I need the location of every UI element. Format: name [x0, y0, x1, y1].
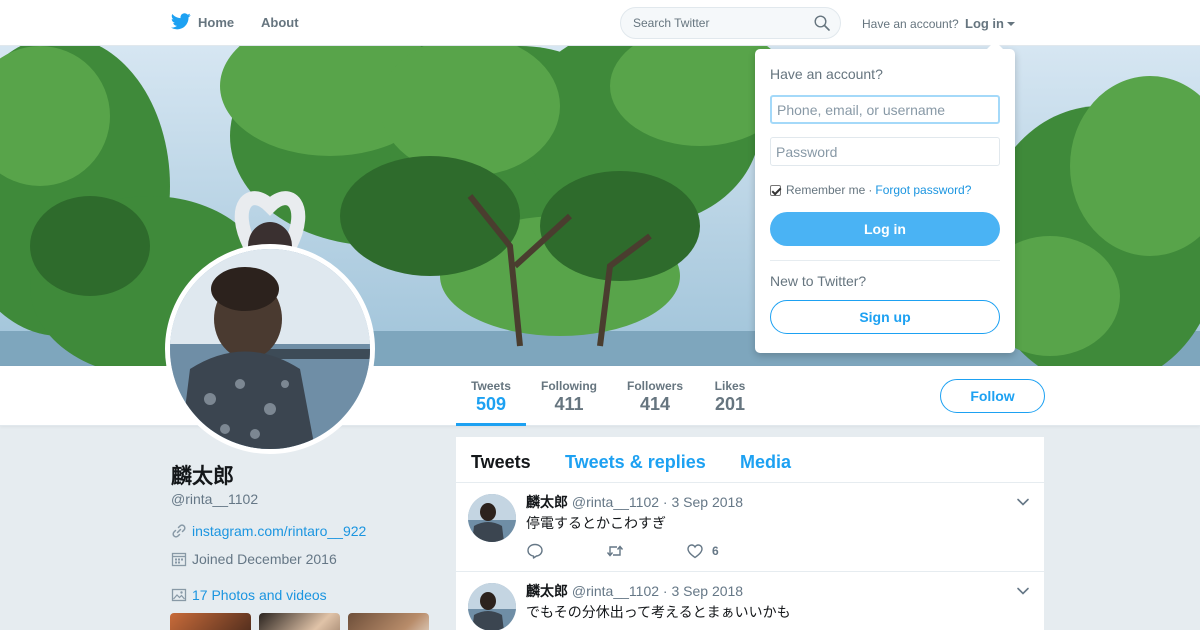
reply-icon [527, 543, 543, 559]
photos-videos-link[interactable]: 17 Photos and videos [192, 587, 327, 603]
tweet-header: 麟太郎 @rinta__1102 · 3 Sep 2018 [526, 581, 743, 601]
search-box [620, 7, 841, 39]
tweet-separator: · [662, 494, 668, 510]
chevron-down-icon[interactable] [1016, 495, 1030, 509]
retweet-button[interactable] [606, 542, 686, 560]
nav-about-label: About [261, 15, 299, 30]
nav-home[interactable]: Home [171, 13, 235, 30]
tweet-avatar[interactable] [468, 494, 516, 542]
tweet-avatar-photo [468, 583, 516, 630]
website-link[interactable]: instagram.com/rintaro__922 [192, 523, 366, 539]
stat-value: 411 [554, 394, 584, 414]
joined-date: Joined December 2016 [192, 551, 337, 567]
stat-followers[interactable]: Followers 414 [620, 366, 690, 426]
follow-button[interactable]: Follow [940, 379, 1045, 413]
tweet-date[interactable]: 3 Sep 2018 [671, 494, 743, 510]
stat-following[interactable]: Following 411 [534, 366, 604, 426]
link-icon [172, 524, 186, 538]
search-input[interactable] [633, 16, 803, 30]
nav-home-label: Home [198, 15, 235, 30]
profile-avatar[interactable] [165, 244, 375, 454]
tweet-avatar-photo [468, 494, 516, 542]
login-dropdown: Have an account? Remember me · Forgot pa… [755, 41, 1015, 353]
separator-dot: · [868, 183, 873, 197]
tweet-text: でもその分休出って考えるとまぁいいかも [526, 604, 791, 620]
remember-me-row: Remember me · Forgot password? [770, 183, 971, 197]
profile-handle: @rinta__1102 [171, 491, 259, 507]
tweet[interactable]: 麟太郎 @rinta__1102 · 3 Sep 2018 でもその分休出って考… [456, 572, 1044, 630]
forgot-password-link[interactable]: Forgot password? [875, 183, 971, 197]
account-question: Have an account? [862, 17, 959, 31]
divider [770, 260, 1000, 261]
chevron-down-icon[interactable] [1016, 584, 1030, 598]
nav-about[interactable]: About [261, 15, 299, 30]
calendar-icon [171, 552, 187, 567]
stat-label: Followers [626, 379, 683, 393]
tweet-text: 停電するとかこわすぎ [526, 515, 666, 531]
retweet-icon [606, 545, 624, 557]
like-button[interactable]: 6 [686, 542, 719, 560]
tweet-author-handle: @rinta__1102 [571, 583, 660, 599]
top-navigation: Home About Have an account? Log in [0, 0, 1200, 46]
tab-tweets-replies[interactable]: Tweets & replies [565, 452, 706, 473]
media-thumbnail[interactable] [170, 613, 251, 630]
login-toggle-label: Log in [965, 16, 1004, 31]
remember-me-checkbox[interactable] [770, 184, 781, 196]
password-input[interactable] [770, 137, 1000, 166]
login-button[interactable]: Log in [770, 212, 1000, 246]
search-icon[interactable] [814, 15, 830, 31]
profile-name: 麟太郎 [171, 465, 234, 488]
stat-tweets[interactable]: Tweets 509 [456, 366, 526, 426]
tweet-separator: · [662, 583, 668, 599]
tweet[interactable]: 麟太郎 @rinta__1102 · 3 Sep 2018 停電するとかこわすぎ [456, 483, 1044, 572]
media-thumbnail[interactable] [348, 613, 429, 630]
stat-value: 509 [475, 394, 507, 414]
stat-value: 201 [714, 394, 746, 414]
new-to-twitter-label: New to Twitter? [770, 273, 867, 289]
username-input[interactable] [770, 95, 1000, 124]
stat-label: Tweets [471, 379, 511, 393]
signup-button[interactable]: Sign up [770, 300, 1000, 334]
tweet-avatar[interactable] [468, 583, 516, 630]
stat-label: Following [541, 379, 597, 393]
avatar-photo [170, 249, 370, 449]
tweet-author-name[interactable]: 麟太郎 [526, 494, 568, 510]
timeline-tabs: Tweets Tweets & replies Media [456, 437, 1044, 483]
tab-media[interactable]: Media [740, 452, 791, 473]
tweet-actions: 6 [526, 541, 719, 561]
tweet-header: 麟太郎 @rinta__1102 · 3 Sep 2018 [526, 492, 743, 512]
caret-down-icon [1007, 22, 1015, 26]
remember-me-label[interactable]: Remember me [786, 183, 865, 197]
login-dropdown-toggle[interactable]: Log in [965, 16, 1015, 31]
stat-value: 414 [639, 394, 671, 414]
tweet-date[interactable]: 3 Sep 2018 [671, 583, 743, 599]
media-thumbnail[interactable] [259, 613, 340, 630]
like-count: 6 [712, 544, 719, 558]
login-dropdown-title: Have an account? [770, 66, 883, 82]
tweet-author-handle: @rinta__1102 [571, 494, 660, 510]
stat-label: Likes [714, 379, 746, 393]
timeline: Tweets Tweets & replies Media 麟太郎 @rinta… [456, 437, 1044, 630]
stat-likes[interactable]: Likes 201 [702, 366, 758, 426]
heart-icon [687, 544, 703, 559]
tweet-author-name[interactable]: 麟太郎 [526, 583, 568, 599]
photos-videos-row: 17 Photos and videos [171, 587, 327, 603]
profile-website: instagram.com/rintaro__922 [171, 523, 366, 539]
tab-tweets[interactable]: Tweets [471, 452, 531, 473]
reply-button[interactable] [526, 542, 606, 560]
image-icon [171, 588, 187, 602]
profile-joined: Joined December 2016 [171, 551, 337, 567]
twitter-bird-icon [171, 13, 191, 30]
